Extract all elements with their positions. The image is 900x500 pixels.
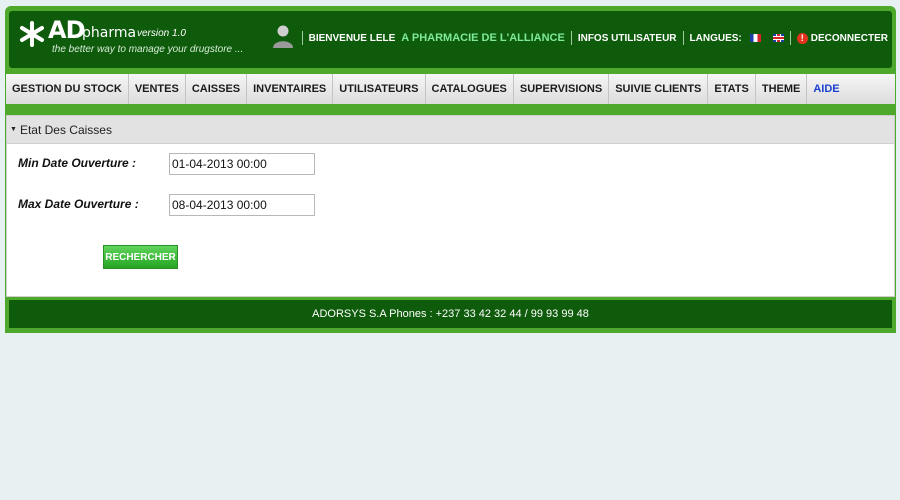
- min-date-input[interactable]: [169, 153, 315, 175]
- divider: [789, 31, 791, 45]
- logo-pharma: pharma: [82, 25, 137, 41]
- cash-status-panel: ▼ Etat Des Caisses Min Date Ouverture : …: [6, 115, 895, 297]
- panel-header[interactable]: ▼ Etat Des Caisses: [7, 116, 894, 144]
- nav-item-aide[interactable]: AIDE: [807, 74, 845, 104]
- max-date-input[interactable]: [169, 194, 315, 216]
- header-bar: AD pharma version 1.0 the better way to …: [9, 11, 892, 68]
- top-bar: BIENVENUE LELE A PHARMACIE DE L'ALLIANCE…: [272, 25, 888, 48]
- logo-ad: AD: [48, 16, 85, 44]
- header: AD pharma version 1.0 the better way to …: [5, 6, 896, 68]
- nav-item-etats[interactable]: ETATS: [708, 74, 756, 104]
- nav-item-theme[interactable]: THEME: [756, 74, 808, 104]
- logout-icon[interactable]: !: [796, 32, 808, 44]
- divider: [570, 31, 572, 45]
- user-icon: [272, 25, 293, 48]
- nav-item-supervisions[interactable]: SUPERVISIONS: [514, 74, 610, 104]
- nav-item-utilisateurs[interactable]: UTILISATEURS: [333, 74, 426, 104]
- divider: [301, 31, 303, 45]
- nav-item-suivie-clients[interactable]: SUIVIE CLIENTS: [609, 74, 709, 104]
- footer-contact: ADORSYS S.A Phones : +237 33 42 32 44 / …: [312, 308, 589, 320]
- logo-tagline: the better way to manage your drugstore …: [52, 44, 244, 55]
- nav-item-inventaires[interactable]: INVENTAIRES: [247, 74, 334, 104]
- nav-item-ventes[interactable]: VENTES: [129, 74, 186, 104]
- min-date-label: Min Date Ouverture :: [18, 156, 137, 170]
- pharmacy-name: A PHARMACIE DE L'ALLIANCE: [401, 32, 565, 44]
- main-nav: GESTION DU STOCK VENTES CAISSES INVENTAI…: [6, 74, 895, 104]
- panel-title: Etat Des Caisses: [19, 122, 112, 137]
- max-date-label: Max Date Ouverture :: [18, 197, 139, 211]
- welcome-text: BIENVENUE LELE: [308, 32, 396, 44]
- divider: [682, 31, 684, 45]
- uk-flag-icon[interactable]: [772, 34, 784, 42]
- nav-item-catalogues[interactable]: CATALOGUES: [426, 74, 514, 104]
- languages-label: LANGUES:: [689, 32, 742, 44]
- search-button[interactable]: RECHERCHER: [103, 245, 178, 269]
- logout-link[interactable]: DECONNECTER: [811, 33, 888, 44]
- asterisk-logo-icon: [20, 21, 44, 47]
- user-info-link[interactable]: INFOS UTILISATEUR: [578, 33, 677, 44]
- collapse-triangle-icon[interactable]: ▼: [10, 126, 17, 133]
- footer: ADORSYS S.A Phones : +237 33 42 32 44 / …: [9, 300, 892, 328]
- nav-item-gestion-du-stock[interactable]: GESTION DU STOCK: [6, 74, 129, 104]
- logo-version: version 1.0: [137, 28, 186, 39]
- french-flag-icon[interactable]: [749, 34, 761, 42]
- nav-item-caisses[interactable]: CAISSES: [186, 74, 248, 104]
